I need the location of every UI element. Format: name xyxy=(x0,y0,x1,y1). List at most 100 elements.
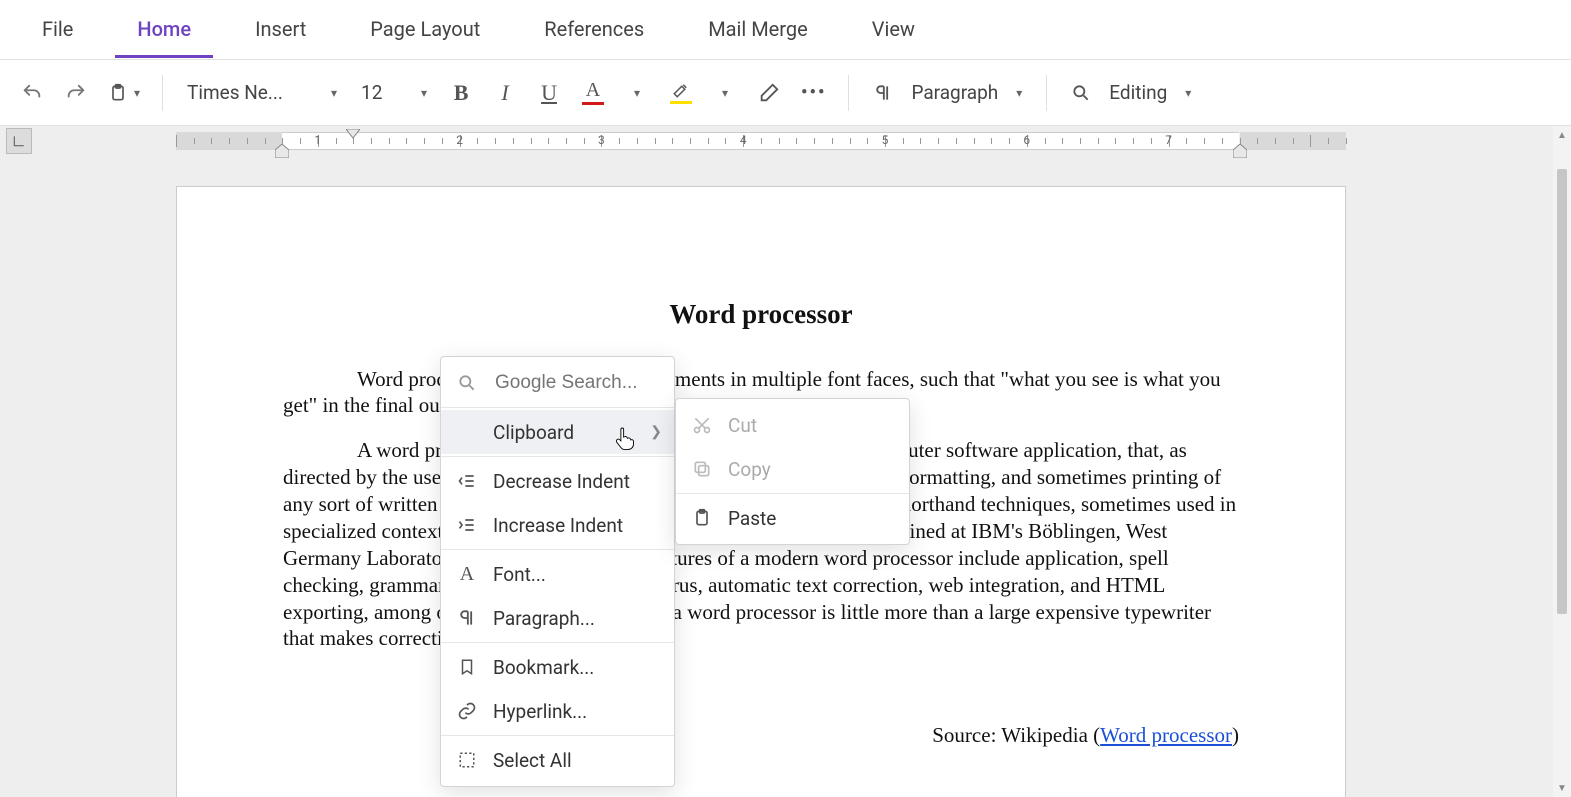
chevron-down-icon: ▾ xyxy=(134,86,140,100)
scroll-thumb[interactable] xyxy=(1557,169,1567,614)
pilcrow-icon xyxy=(455,607,479,629)
menu-hyperlink[interactable]: Hyperlink... xyxy=(441,689,674,733)
link-icon xyxy=(455,701,479,721)
menu-clipboard[interactable]: Clipboard ❯ xyxy=(441,410,674,454)
font-name-select[interactable]: Times Ne... ▾ xyxy=(177,73,347,113)
menu-google-search[interactable] xyxy=(441,361,674,405)
tab-references[interactable]: References xyxy=(522,1,666,58)
redo-icon xyxy=(65,82,87,104)
toolbar: ▾ Times Ne... ▾ 12 ▾ B I U A ▾ ▾ ••• Par… xyxy=(0,60,1571,126)
editing-button[interactable]: Editing ▾ xyxy=(1061,73,1201,113)
scroll-up-arrow[interactable]: ▲ xyxy=(1553,126,1571,144)
font-size-select[interactable]: 12 ▾ xyxy=(351,73,437,113)
font-size-value: 12 xyxy=(361,81,382,104)
menu-separator xyxy=(441,549,674,550)
chevron-down-icon: ▾ xyxy=(421,86,427,100)
menu-tabs: File Home Insert Page Layout References … xyxy=(0,0,1571,60)
ruler-indent-marker[interactable] xyxy=(1233,144,1247,158)
menu-increase-indent[interactable]: Increase Indent xyxy=(441,503,674,547)
font-color-icon: A xyxy=(586,80,600,100)
increase-indent-icon xyxy=(455,515,479,535)
menu-label: Bookmark... xyxy=(493,656,594,679)
tab-mail-merge[interactable]: Mail Merge xyxy=(686,1,830,58)
chevron-right-icon: ❯ xyxy=(650,424,662,440)
italic-button[interactable]: I xyxy=(485,73,525,113)
menu-separator xyxy=(676,493,909,494)
tab-view[interactable]: View xyxy=(850,1,937,58)
decrease-indent-icon xyxy=(455,471,479,491)
paste-icon xyxy=(690,507,714,529)
menu-label: Font... xyxy=(493,563,546,586)
menu-select-all[interactable]: Select All xyxy=(441,738,674,782)
eraser-button[interactable] xyxy=(749,73,789,113)
paste-split-button[interactable]: ▾ xyxy=(100,73,148,113)
paragraph-label: Paragraph xyxy=(911,81,998,104)
highlight-color-swatch xyxy=(670,101,692,104)
submenu-cut[interactable]: Cut xyxy=(676,403,909,447)
select-all-icon xyxy=(455,751,479,769)
font-color-swatch xyxy=(582,102,604,105)
submenu-copy[interactable]: Copy xyxy=(676,447,909,491)
eraser-icon xyxy=(758,82,780,104)
menu-label: Decrease Indent xyxy=(493,470,630,493)
menu-label: Copy xyxy=(728,458,771,481)
menu-separator xyxy=(441,407,674,408)
menu-paragraph[interactable]: Paragraph... xyxy=(441,596,674,640)
menu-label: Select All xyxy=(493,749,572,772)
menu-separator xyxy=(441,735,674,736)
highlight-dropdown[interactable]: ▾ xyxy=(705,73,745,113)
tab-page-layout[interactable]: Page Layout xyxy=(348,1,502,58)
menu-label: Clipboard xyxy=(493,421,574,444)
tab-home[interactable]: Home xyxy=(115,1,213,58)
menu-label: Hyperlink... xyxy=(493,700,587,723)
undo-button[interactable] xyxy=(12,73,52,113)
highlighter-icon xyxy=(671,81,691,99)
scroll-down-arrow[interactable]: ▼ xyxy=(1553,779,1571,797)
search-input[interactable] xyxy=(493,371,653,395)
menu-bookmark[interactable]: Bookmark... xyxy=(441,645,674,689)
font-icon: A xyxy=(455,563,479,586)
highlight-button[interactable] xyxy=(661,73,701,113)
redo-button[interactable] xyxy=(56,73,96,113)
document-source: Source: Wikipedia (Word processor) xyxy=(283,722,1239,749)
chevron-down-icon: ▾ xyxy=(1185,86,1191,100)
vertical-scrollbar[interactable]: ▲ ▼ xyxy=(1553,126,1571,797)
bold-button[interactable]: B xyxy=(441,73,481,113)
undo-icon xyxy=(21,82,43,104)
editing-label: Editing xyxy=(1109,81,1167,104)
underline-button[interactable]: U xyxy=(529,73,569,113)
tab-insert[interactable]: Insert xyxy=(233,1,328,58)
ruler-indent-marker[interactable] xyxy=(275,144,289,158)
menu-label: Paste xyxy=(728,507,776,530)
submenu-paste[interactable]: Paste xyxy=(676,496,909,540)
menu-label: Cut xyxy=(728,414,757,437)
clipboard-icon xyxy=(108,82,128,104)
pilcrow-icon xyxy=(873,82,893,104)
menu-font[interactable]: A Font... xyxy=(441,552,674,596)
document-title: Word processor xyxy=(283,297,1239,332)
toolbar-separator xyxy=(1046,75,1047,111)
menu-separator xyxy=(441,456,674,457)
search-icon xyxy=(1071,83,1091,103)
tab-file[interactable]: File xyxy=(20,1,95,58)
menu-label: Increase Indent xyxy=(493,514,623,537)
search-icon xyxy=(455,373,479,393)
chevron-down-icon: ▾ xyxy=(722,86,728,100)
ruler-indent-marker[interactable] xyxy=(346,129,360,143)
more-button[interactable]: ••• xyxy=(793,73,834,113)
source-link[interactable]: Word processor xyxy=(1100,723,1232,747)
cut-icon xyxy=(690,415,714,435)
toolbar-separator xyxy=(162,75,163,111)
bookmark-icon xyxy=(455,657,479,677)
font-color-button[interactable]: A xyxy=(573,73,613,113)
menu-decrease-indent[interactable]: Decrease Indent xyxy=(441,459,674,503)
font-color-dropdown[interactable]: ▾ xyxy=(617,73,657,113)
menu-separator xyxy=(441,642,674,643)
copy-icon xyxy=(690,459,714,479)
clipboard-submenu: Cut Copy Paste xyxy=(675,398,910,545)
context-menu: Clipboard ❯ Decrease Indent Increase Ind… xyxy=(440,356,675,787)
chevron-down-icon: ▾ xyxy=(331,86,337,100)
toolbar-separator xyxy=(848,75,849,111)
paragraph-button[interactable]: Paragraph ▾ xyxy=(863,73,1032,113)
font-name-value: Times Ne... xyxy=(187,81,283,104)
